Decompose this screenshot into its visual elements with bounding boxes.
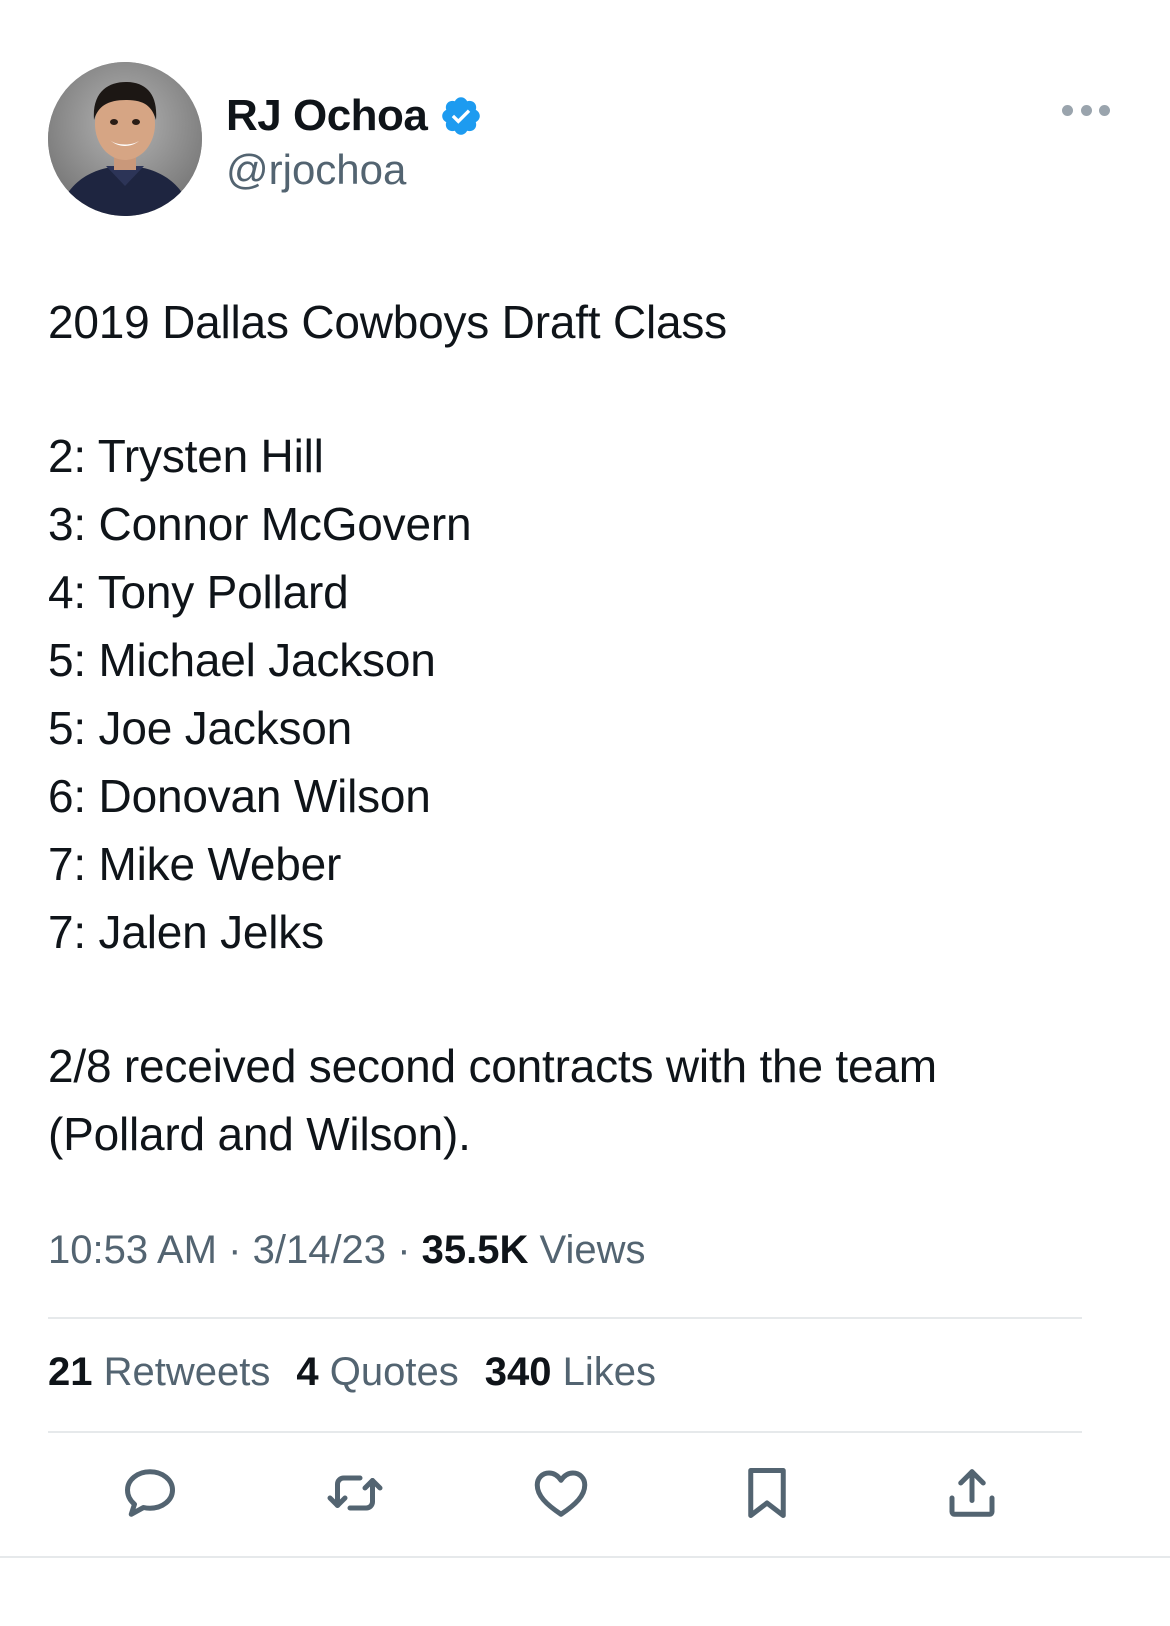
draft-pick: 5: Joe Jackson [48, 702, 353, 754]
avatar[interactable] [48, 62, 202, 216]
views-count[interactable]: 35.5K [422, 1228, 529, 1272]
likes-label: Likes [562, 1350, 656, 1394]
like-icon [534, 1470, 588, 1517]
tweet-time[interactable]: 10:53 AM [48, 1228, 217, 1272]
draft-pick: 7: Jalen Jelks [48, 906, 324, 958]
quotes-count: 4 [296, 1350, 319, 1394]
reply-icon [125, 1469, 175, 1517]
display-name[interactable]: RJ Ochoa [226, 91, 428, 141]
tweet-text: 2019 Dallas Cowboys Draft Class 2: Tryst… [48, 288, 1128, 1168]
tweet-stats: 21 Retweets 4 Quotes 340 Likes [48, 1350, 656, 1395]
author-handle[interactable]: @rjochoa [226, 146, 406, 194]
more-options-icon[interactable] [1062, 100, 1110, 120]
draft-pick: 3: Connor McGovern [48, 498, 472, 550]
retweet-icon [327, 1475, 383, 1511]
tweet-meta: 10:53 AM · 3/14/23 · 35.5K Views [48, 1228, 646, 1273]
like-button[interactable] [526, 1458, 596, 1528]
share-icon [949, 1469, 995, 1517]
draft-pick: 7: Mike Weber [48, 838, 342, 890]
views-label[interactable]: Views [540, 1228, 646, 1272]
meta-separator: · [228, 1228, 242, 1272]
reply-button[interactable] [115, 1458, 185, 1528]
author-name-row[interactable]: RJ Ochoa [226, 86, 483, 146]
dot [1062, 104, 1073, 116]
bookmark-icon [748, 1468, 786, 1518]
tweet-closing-line: 2/8 received second contracts with the t… [48, 1040, 937, 1092]
draft-pick: 2: Trysten Hill [48, 430, 324, 482]
retweets-stat[interactable]: 21 Retweets [48, 1350, 270, 1395]
retweets-label: Retweets [103, 1350, 271, 1394]
quotes-label: Quotes [329, 1350, 459, 1394]
likes-stat[interactable]: 340 Likes [485, 1350, 656, 1395]
bottom-divider [0, 1556, 1170, 1558]
verified-badge-icon [442, 97, 481, 135]
bookmark-button[interactable] [732, 1458, 802, 1528]
dot [1080, 104, 1092, 116]
tweet-date[interactable]: 3/14/23 [253, 1228, 386, 1272]
likes-count: 340 [484, 1350, 552, 1394]
dot [1099, 104, 1110, 116]
divider [48, 1317, 1082, 1319]
retweets-count: 21 [48, 1350, 93, 1394]
draft-pick: 4: Tony Pollard [48, 566, 349, 618]
meta-separator: · [397, 1228, 411, 1272]
retweet-button[interactable] [320, 1458, 390, 1528]
quotes-stat[interactable]: 4 Quotes [296, 1350, 458, 1395]
avatar-image [48, 62, 202, 216]
draft-pick: 6: Donovan Wilson [48, 770, 431, 822]
tweet-actions [48, 1458, 1082, 1538]
tweet-closing-line: (Pollard and Wilson). [48, 1108, 471, 1160]
tweet-header: RJ Ochoa @rjochoa [48, 62, 1122, 218]
divider [48, 1431, 1082, 1433]
tweet-headline: 2019 Dallas Cowboys Draft Class [48, 296, 727, 348]
share-button[interactable] [937, 1458, 1007, 1528]
draft-pick: 5: Michael Jackson [48, 634, 436, 686]
